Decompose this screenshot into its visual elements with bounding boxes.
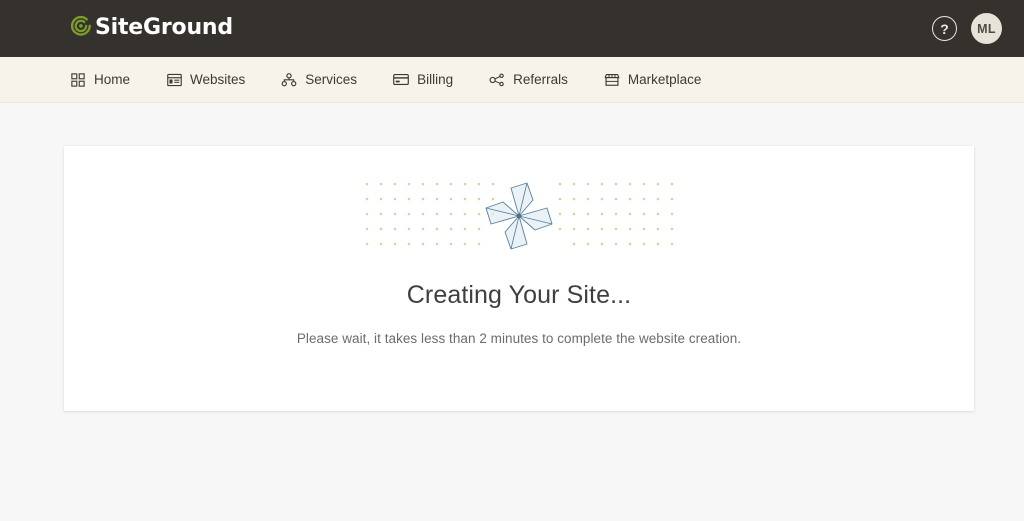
- nav-item-label: Marketplace: [627, 72, 702, 87]
- nav-item-label: Billing: [417, 72, 454, 87]
- help-button[interactable]: ?: [932, 16, 957, 41]
- header-actions: ? ML: [932, 0, 1002, 57]
- siteground-logo[interactable]: SiteGround: [70, 15, 233, 42]
- nav-item-services[interactable]: Services: [281, 57, 393, 103]
- top-header-bar: SiteGround ? ML: [0, 0, 1024, 57]
- nav-item-billing[interactable]: Billing: [393, 57, 489, 103]
- storefront-awning-icon: [604, 72, 620, 88]
- hierarchy-nodes-icon: [281, 72, 297, 88]
- nav-item-marketplace[interactable]: Marketplace: [604, 57, 738, 103]
- dot-grid-left: [365, 182, 495, 246]
- main-content-area: Creating Your Site... Please wait, it ta…: [0, 103, 1024, 521]
- question-mark-circle-icon: ?: [940, 20, 949, 37]
- grid-squares-icon: [70, 72, 86, 88]
- main-navigation: Home Websites Services Billing Referrals…: [0, 57, 1024, 103]
- siteground-spiral-logo-icon: [70, 15, 92, 42]
- nav-item-label: Services: [305, 72, 358, 87]
- nav-item-home[interactable]: Home: [70, 57, 166, 103]
- browser-window-icon: [166, 72, 182, 88]
- site-creation-card: Creating Your Site... Please wait, it ta…: [64, 146, 974, 411]
- status-message: Please wait, it takes less than 2 minute…: [296, 330, 742, 346]
- nav-item-label: Referrals: [513, 72, 568, 87]
- pinwheel-loading-illustration: [364, 178, 674, 258]
- nav-item-label: Websites: [190, 72, 246, 87]
- page-title: Creating Your Site...: [406, 281, 632, 309]
- avatar-initials: ML: [977, 21, 996, 36]
- dot-grid-right: [558, 182, 674, 246]
- nav-item-websites[interactable]: Websites: [166, 57, 281, 103]
- credit-card-icon: [393, 72, 409, 88]
- avatar[interactable]: ML: [971, 13, 1002, 44]
- nav-item-label: Home: [94, 72, 131, 87]
- nav-item-referrals[interactable]: Referrals: [489, 57, 604, 103]
- pinwheel-icon: [485, 182, 553, 250]
- brand-name-text: SiteGround: [95, 14, 233, 40]
- share-network-icon: [489, 72, 505, 88]
